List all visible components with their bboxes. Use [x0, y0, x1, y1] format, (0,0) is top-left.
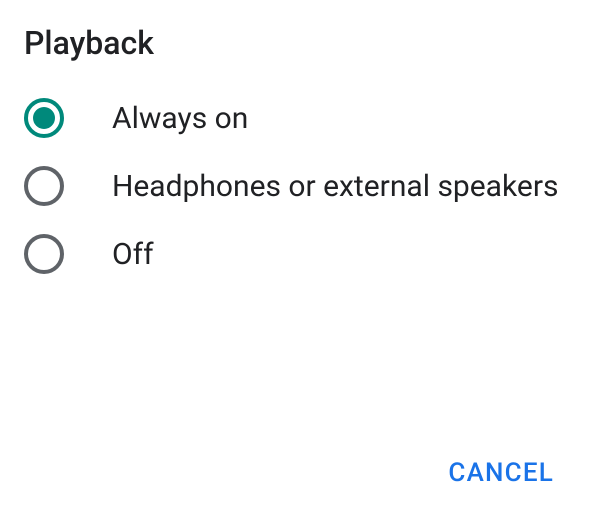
radio-label: Off	[112, 235, 154, 274]
radio-icon	[24, 234, 64, 274]
cancel-button[interactable]: CANCEL	[444, 450, 558, 496]
radio-icon	[24, 166, 64, 206]
radio-option-off[interactable]: Off	[24, 234, 566, 274]
radio-label: Headphones or external speakers	[112, 167, 558, 206]
dialog-title: Playback	[24, 24, 566, 62]
playback-options: Always on Headphones or external speaker…	[24, 98, 566, 274]
radio-option-always-on[interactable]: Always on	[24, 98, 566, 138]
playback-dialog: Playback Always on Headphones or externa…	[0, 0, 590, 274]
radio-label: Always on	[112, 99, 248, 138]
radio-option-headphones[interactable]: Headphones or external speakers	[24, 166, 566, 206]
dialog-actions: CANCEL	[444, 450, 558, 496]
radio-dot-icon	[33, 107, 55, 129]
radio-icon	[24, 98, 64, 138]
